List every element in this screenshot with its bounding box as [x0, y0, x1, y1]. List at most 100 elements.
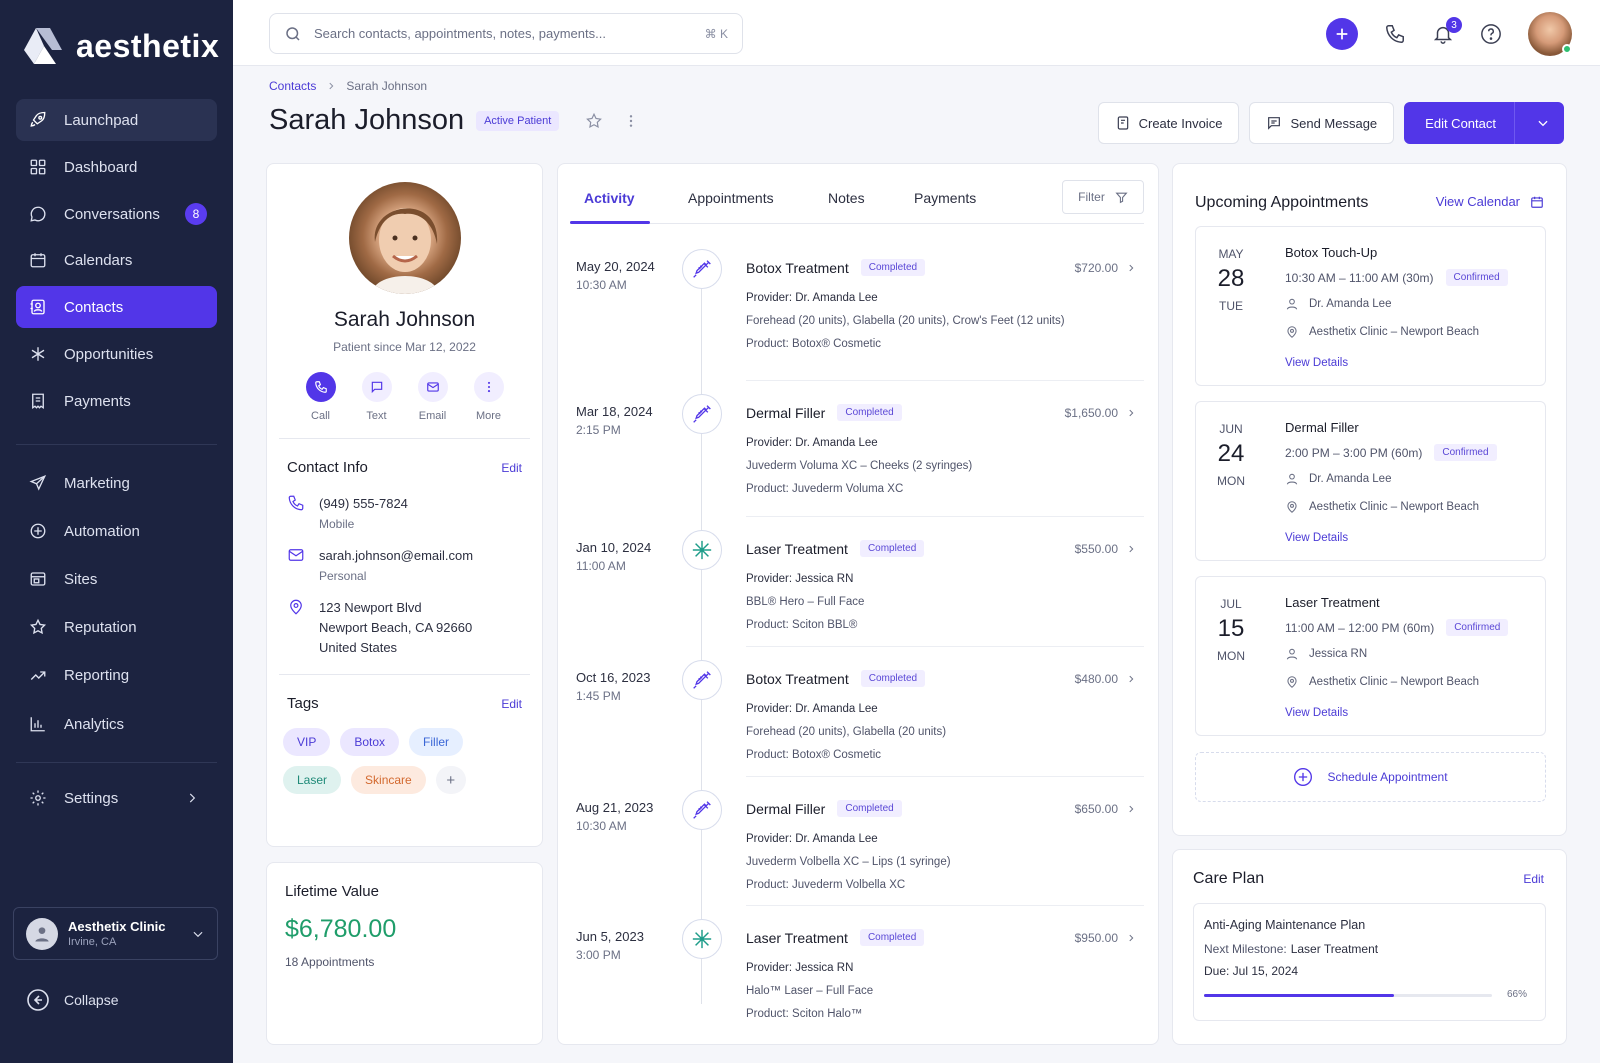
send-message-button[interactable]: Send Message [1249, 102, 1395, 144]
activity-time: 1:45 PM [576, 689, 621, 703]
appointment-card[interactable]: MAY 28 TUE Botox Touch-Up 10:30 AM – 11:00 A… [1195, 226, 1546, 386]
search-input[interactable]: Search contacts, appointments, notes, pa… [314, 26, 606, 41]
provider-label: Provider: [746, 962, 793, 974]
collapse-sidebar-button[interactable]: Collapse [26, 988, 118, 1012]
more-vertical-icon[interactable] [623, 113, 639, 129]
phone-number[interactable]: (949) 555-7824 [319, 494, 408, 514]
appointment-time-row: 2:00 PM – 3:00 PM (60m) Confirmed [1285, 444, 1497, 461]
breadcrumb-contacts-link[interactable]: Contacts [269, 79, 316, 93]
activity-item[interactable]: Oct 16, 2023 1:45 PM Botox Treatment Comple… [558, 650, 1158, 784]
brand-name: aesthetix [76, 27, 220, 64]
sidebar-item-automation[interactable]: Automation [16, 510, 217, 552]
sidebar-item-launchpad[interactable]: Launchpad [16, 99, 217, 141]
appointment-card[interactable]: JUL 15 MON Laser Treatment 11:00 AM – 12:00 … [1195, 576, 1546, 736]
activity-item[interactable]: May 20, 2024 10:30 AM Botox Treatment Compl… [558, 239, 1158, 373]
tab-notes[interactable]: Notes [828, 190, 865, 206]
phone-row[interactable]: (949) 555-7824 Mobile [267, 494, 542, 534]
sidebar-item-opportunities[interactable]: Opportunities [16, 333, 217, 375]
active-tab-indicator [570, 221, 650, 224]
tab-activity[interactable]: Activity [584, 190, 635, 206]
more-vertical-icon [473, 372, 504, 402]
profile-card: Sarah Johnson Patient since Mar 12, 2022… [266, 163, 543, 847]
activity-amount-row[interactable]: $950.00 [1075, 931, 1136, 945]
status-badge: Completed [859, 540, 925, 557]
email-action[interactable]: Email [417, 372, 448, 422]
paper-plane-icon [28, 473, 48, 493]
activity-date: Jan 10, 2024 [576, 540, 652, 555]
product-label: Product: [746, 879, 789, 891]
status-badge: Confirmed [1434, 444, 1497, 461]
edit-contact-label[interactable]: Edit Contact [1405, 102, 1515, 144]
location-pin-icon [287, 598, 305, 658]
sidebar-item-label: Contacts [64, 298, 124, 316]
view-details-link[interactable]: View Details [1285, 532, 1348, 544]
activity-item[interactable]: Jun 5, 2023 3:00 PM Laser Treatment Complet… [558, 909, 1158, 1043]
sidebar-item-reputation[interactable]: Reputation [16, 606, 217, 648]
provider-line: Provider: Dr. Amanda Lee [746, 698, 946, 721]
email-row[interactable]: sarah.johnson@email.com Personal [267, 546, 542, 586]
activity-title: Dermal Filler [746, 800, 826, 817]
schedule-appointment-button[interactable]: Schedule Appointment [1195, 752, 1546, 802]
sidebar-item-analytics[interactable]: Analytics [16, 703, 217, 745]
activity-amount-row[interactable]: $650.00 [1075, 802, 1136, 816]
filter-button[interactable]: Filter [1062, 180, 1144, 214]
activity-item[interactable]: Mar 18, 2024 2:15 PM Dermal Filler Complete… [558, 384, 1158, 518]
user-avatar[interactable] [1528, 12, 1572, 56]
phone-icon[interactable] [1384, 23, 1406, 45]
add-tag-button[interactable]: + [435, 766, 466, 794]
activity-amount-row[interactable]: $1,650.00 [1065, 406, 1136, 420]
sidebar-item-conversations[interactable]: Conversations 8 [16, 193, 217, 235]
chevron-down-icon[interactable] [1523, 116, 1563, 130]
person-icon [1285, 297, 1299, 311]
appointment-card[interactable]: JUN 24 MON Dermal Filler 2:00 PM – 3:00 PM (… [1195, 401, 1546, 561]
edit-contact-button[interactable]: Edit Contact [1404, 102, 1564, 144]
sidebar-item-dashboard[interactable]: Dashboard [16, 146, 217, 188]
call-action[interactable]: Call [305, 372, 336, 422]
text-action[interactable]: Text [361, 372, 392, 422]
activity-title-row: Dermal Filler Completed [746, 800, 902, 817]
tag-laser[interactable]: Laser [283, 766, 342, 794]
view-details-link[interactable]: View Details [1285, 357, 1348, 369]
status-badge: Completed [837, 800, 902, 817]
activity-amount-row[interactable]: $550.00 [1075, 542, 1136, 556]
clinic-switcher[interactable]: Aesthetix Clinic Irvine, CA [13, 907, 218, 960]
tag-filler[interactable]: Filler [409, 728, 464, 756]
activity-item[interactable]: Jan 10, 2024 11:00 AM Laser Treatment Compl… [558, 520, 1158, 654]
tag-vip[interactable]: VIP [283, 728, 331, 756]
global-search[interactable]: Search contacts, appointments, notes, pa… [269, 13, 743, 54]
sidebar-item-marketing[interactable]: Marketing [16, 462, 217, 504]
email-address[interactable]: sarah.johnson@email.com [319, 546, 473, 566]
edit-care-plan-link[interactable]: Edit [1523, 872, 1544, 886]
sidebar-item-sites[interactable]: Sites [16, 558, 217, 600]
help-icon[interactable] [1480, 23, 1502, 45]
activity-amount-row[interactable]: $720.00 [1075, 261, 1136, 275]
tab-appointments[interactable]: Appointments [688, 190, 774, 206]
sidebar-item-reporting[interactable]: Reporting [16, 654, 217, 696]
activity-amount: $650.00 [1074, 802, 1118, 816]
care-plan-box: Anti-Aging Maintenance Plan Next Milesto… [1193, 903, 1546, 1021]
tag-botox[interactable]: Botox [340, 728, 400, 756]
favorite-star-icon[interactable] [585, 112, 603, 130]
more-action[interactable]: More [473, 372, 504, 422]
tag-skincare[interactable]: Skincare [351, 766, 426, 794]
sidebar-item-payments[interactable]: Payments [16, 380, 217, 422]
activity-amount-row[interactable]: $480.00 [1075, 672, 1136, 686]
create-invoice-button[interactable]: Create Invoice [1097, 102, 1240, 144]
brand-logo[interactable]: aesthetix [22, 24, 219, 68]
sidebar-item-settings[interactable]: Settings [16, 777, 217, 819]
provider-label: Provider: [746, 833, 793, 845]
view-details-link[interactable]: View Details [1285, 707, 1348, 719]
tab-payments[interactable]: Payments [914, 190, 976, 206]
edit-tags-link[interactable]: Edit [501, 697, 522, 711]
notifications-button[interactable]: 3 [1432, 17, 1462, 45]
sidebar-item-contacts[interactable]: Contacts [16, 286, 217, 328]
email-label: Email [418, 410, 447, 422]
activity-item[interactable]: Aug 21, 2023 10:30 AM Dermal Filler Complet… [558, 780, 1158, 914]
edit-contact-info-link[interactable]: Edit [501, 461, 522, 475]
view-calendar-link[interactable]: View Calendar [1436, 194, 1544, 209]
chevron-right-icon [1126, 263, 1136, 273]
quick-add-button[interactable] [1326, 18, 1358, 50]
product-name: Juvederm Voluma XC [792, 483, 904, 495]
appointment-time-row: 11:00 AM – 12:00 PM (60m) Confirmed [1285, 619, 1509, 636]
sidebar-item-calendars[interactable]: Calendars [16, 239, 217, 281]
